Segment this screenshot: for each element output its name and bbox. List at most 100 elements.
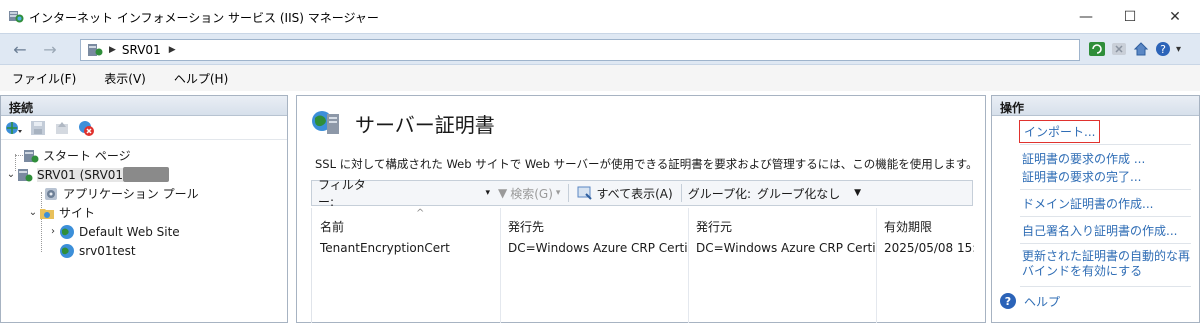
expand-icon[interactable]: ›: [47, 226, 59, 237]
disconnect-icon[interactable]: [77, 119, 95, 137]
collapse-icon[interactable]: ⌄: [5, 169, 17, 180]
tree-label-default-site: Default Web Site: [79, 224, 180, 239]
menu-view[interactable]: 表示(V): [100, 68, 150, 89]
cell-issued-by: DC=Windows Azure CRP Certi...: [696, 241, 876, 255]
close-button[interactable]: ✕: [1152, 0, 1198, 33]
breadcrumb[interactable]: ▶ SRV01 ▶: [80, 39, 1080, 61]
group-by-label: グループ化:: [687, 186, 752, 201]
tree-item-app-pools[interactable]: アプリケーション プール: [1, 184, 287, 203]
address-bar: ← → ▶ SRV01 ▶ ? ▾: [0, 33, 1200, 65]
table-row[interactable]: TenantEncryptionCert DC=Windows Azure CR…: [312, 238, 974, 258]
action-enable-auto-rebind[interactable]: 更新された証明書の自動的な再バインドを有効にする: [992, 248, 1199, 282]
column-header-issued-to[interactable]: 発行先: [500, 214, 688, 238]
help-icon: ?: [1000, 293, 1016, 309]
filter-label: フィルター:: [318, 178, 366, 209]
search-dropdown-icon[interactable]: ▾: [556, 188, 561, 198]
forward-button[interactable]: →: [36, 39, 64, 59]
breadcrumb-separator-end[interactable]: ▶: [169, 45, 176, 55]
breadcrumb-item-srv01[interactable]: SRV01: [122, 43, 161, 57]
action-help[interactable]: ? ヘルプ: [992, 291, 1199, 311]
feature-description: SSL に対して構成された Web サイトで Web サーバーが使用できる証明書…: [315, 157, 978, 171]
action-create-self-signed[interactable]: 自己署名入り証明書の作成...: [992, 221, 1199, 239]
globe-icon: [60, 243, 74, 258]
maximize-button[interactable]: ☐: [1107, 0, 1153, 33]
back-button[interactable]: ←: [6, 39, 34, 59]
stop-icon[interactable]: [1110, 40, 1128, 58]
certificates-table: ^ 名前 発行先 発行元 有効期限 TenantEncryptionCert D…: [311, 208, 974, 323]
svg-text:?: ?: [1160, 43, 1166, 56]
action-import-label[interactable]: インポート...: [1018, 119, 1101, 143]
address-tools: ? ▾: [1088, 40, 1181, 58]
minimize-button[interactable]: —: [1063, 0, 1109, 33]
toolbar-separator: [568, 184, 570, 202]
window-title: インターネット インフォメーション サービス (IIS) マネージャー: [29, 11, 379, 25]
help-icon[interactable]: ?: [1154, 40, 1172, 58]
app-pool-icon: [45, 187, 57, 200]
filter-input[interactable]: ▾: [374, 183, 494, 203]
tree-label-app-pools: アプリケーション プール: [63, 187, 199, 201]
menu-file[interactable]: ファイル(F): [8, 68, 80, 89]
tree-label-server: SRV01 (SRV01: [37, 167, 124, 182]
action-import[interactable]: インポート...: [992, 119, 1199, 143]
sites-folder-icon: [40, 208, 54, 219]
actions-header: 操作: [992, 96, 1199, 116]
toolbar-separator: [680, 184, 682, 202]
table-header: 名前 発行先 発行元 有効期限: [312, 208, 974, 238]
tree-item-sites[interactable]: ⌄ サイト: [1, 203, 287, 222]
title-bar: インターネット インフォメーション サービス (IIS) マネージャー — ☐ …: [0, 0, 1200, 33]
server-icon: [88, 44, 103, 56]
actions-list: インポート... 証明書の要求の作成 ... 証明書の要求の完了... ドメイン…: [992, 116, 1199, 311]
cell-name: TenantEncryptionCert: [320, 241, 450, 255]
action-complete-request[interactable]: 証明書の要求の完了...: [992, 167, 1199, 185]
divider: [1020, 216, 1191, 217]
tree-label-sites: サイト: [59, 206, 96, 220]
actions-panel: 操作 インポート... 証明書の要求の作成 ... 証明書の要求の完了... ド…: [991, 95, 1200, 323]
page-title: サーバー証明書: [355, 112, 495, 137]
refresh-icon[interactable]: [1088, 40, 1106, 58]
connections-panel: 接続 スタート ページ ⌄ SRV01 (SRV01 アプリケーション プール …: [0, 95, 288, 323]
search-button-label: 検索(G): [510, 186, 553, 201]
group-by-select[interactable]: グループ化なし ▼: [751, 185, 867, 202]
column-header-issued-by[interactable]: 発行元: [688, 214, 876, 238]
feature-panel: サーバー証明書 SSL に対して構成された Web サイトで Web サーバーが…: [296, 95, 986, 323]
tree-item-server[interactable]: ⌄ SRV01 (SRV01: [1, 165, 287, 184]
divider: [1020, 286, 1191, 287]
help-dropdown-icon[interactable]: ▾: [1176, 44, 1181, 55]
action-help-label: ヘルプ: [1024, 294, 1061, 309]
tree-label-start-page: スタート ページ: [43, 149, 131, 163]
connections-tree: スタート ページ ⌄ SRV01 (SRV01 アプリケーション プール ⌄ サ…: [1, 140, 287, 260]
save-icon[interactable]: [29, 119, 47, 137]
search-button[interactable]: ▼ 検索(G) ▾: [494, 185, 564, 202]
menu-bar: ファイル(F) 表示(V) ヘルプ(H): [0, 65, 1200, 91]
show-all-label: すべて表示(A): [596, 186, 673, 201]
cell-expiration: 2025/05/08 15:06: [884, 241, 974, 255]
show-all-icon: [577, 186, 593, 200]
tree-item-site2[interactable]: srv01test: [1, 241, 287, 260]
action-create-domain-cert[interactable]: ドメイン証明書の作成...: [992, 194, 1199, 212]
home-icon[interactable]: [1132, 40, 1150, 58]
filter-toolbar: フィルター: ▾ ▼ 検索(G) ▾ すべて表示(A) グループ化: グループ化…: [311, 178, 973, 209]
globe-icon: [60, 224, 74, 239]
action-create-request[interactable]: 証明書の要求の作成 ...: [992, 149, 1199, 167]
up-level-icon[interactable]: [53, 119, 71, 137]
server-certificate-icon: [312, 111, 339, 134]
menu-help[interactable]: ヘルプ(H): [170, 68, 232, 89]
divider: [1020, 189, 1191, 190]
connections-header: 接続: [1, 96, 287, 116]
connect-globe-icon[interactable]: [5, 119, 23, 137]
tree-label-site2: srv01test: [79, 243, 136, 258]
show-all-button[interactable]: すべて表示(A): [573, 185, 676, 202]
funnel-icon: ▼: [498, 186, 508, 200]
cell-issued-to: DC=Windows Azure CRP Certi...: [508, 241, 688, 255]
divider: [1020, 144, 1191, 145]
iis-app-icon: [9, 11, 24, 23]
tree-item-start-page[interactable]: スタート ページ: [1, 146, 287, 165]
connections-toolbar: [1, 116, 287, 140]
redacted-block: [123, 167, 170, 182]
column-header-expiration[interactable]: 有効期限: [876, 214, 974, 238]
collapse-icon[interactable]: ⌄: [27, 207, 39, 218]
feature-header: サーバー証明書: [311, 108, 495, 138]
column-header-name[interactable]: 名前: [312, 214, 500, 238]
tree-item-default-site[interactable]: › Default Web Site: [1, 222, 287, 241]
chevron-down-icon: ▼: [854, 188, 862, 198]
